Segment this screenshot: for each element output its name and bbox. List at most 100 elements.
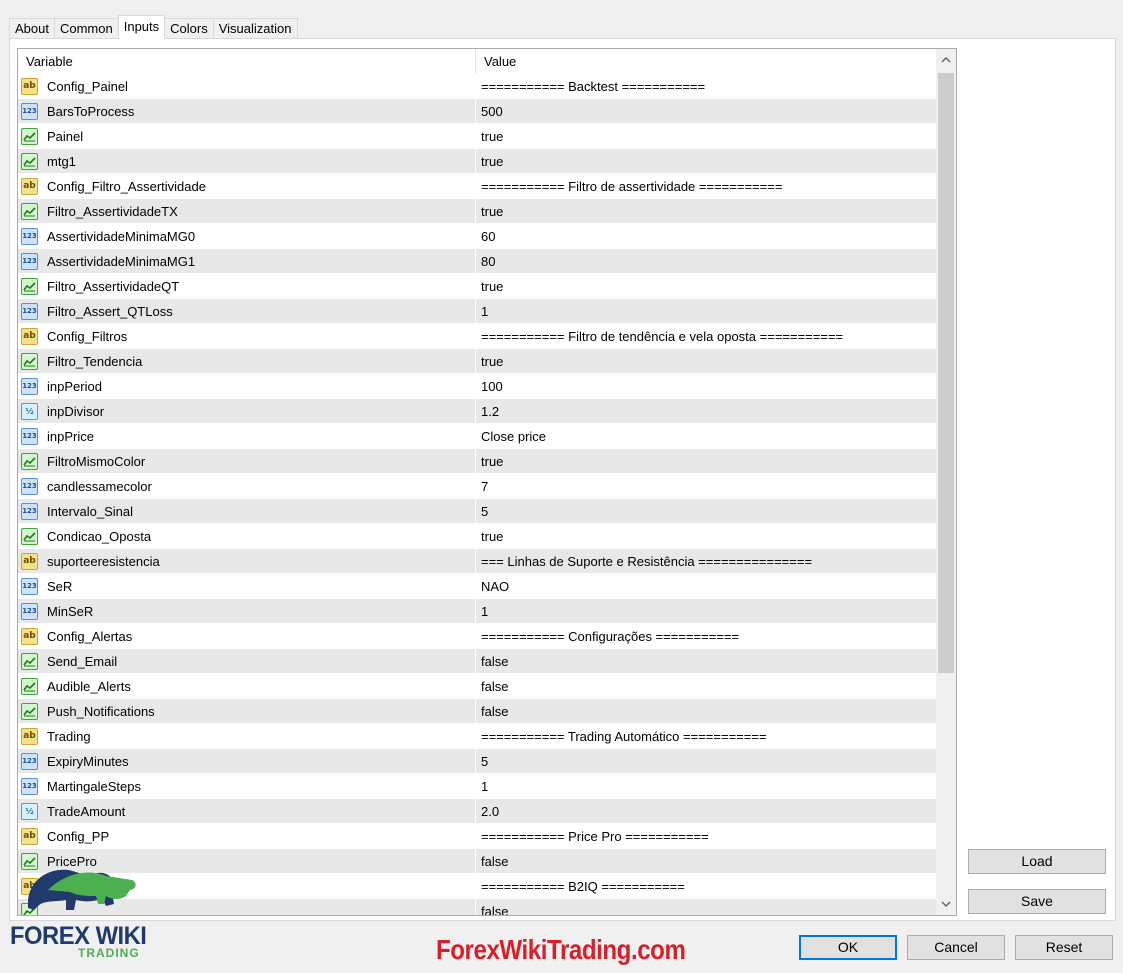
variable-cell: 123 candlessamecolor: [18, 474, 476, 499]
tab-inputs[interactable]: Inputs: [117, 15, 166, 39]
value-cell[interactable]: false: [476, 849, 508, 874]
value-cell[interactable]: 5: [476, 749, 488, 774]
table-row[interactable]: Condicao_Oposta true: [18, 524, 936, 549]
table-row[interactable]: 123 MartingaleSteps 1: [18, 774, 936, 799]
value-cell[interactable]: true: [476, 124, 503, 149]
table-row[interactable]: Audible_Alerts false: [18, 674, 936, 699]
tab-colors[interactable]: Colors: [164, 18, 214, 39]
column-header-value[interactable]: Value: [476, 49, 516, 74]
value-cell[interactable]: true: [476, 524, 503, 549]
value-cell[interactable]: 100: [476, 374, 503, 399]
inputs-list[interactable]: Variable Value ab Config_Painel ==========…: [17, 48, 957, 916]
table-row[interactable]: ab Trading =========== Trading Automático …: [18, 724, 936, 749]
variable-cell: ab Trading: [18, 724, 476, 749]
table-row[interactable]: ab Config_Filtros =========== Filtro de te…: [18, 324, 936, 349]
table-row[interactable]: 123 MinSeR 1: [18, 599, 936, 624]
value-cell[interactable]: 1.2: [476, 399, 499, 424]
list-header: Variable Value: [18, 49, 936, 74]
variable-name: Send_Email: [47, 654, 118, 669]
scrollbar-thumb[interactable]: [938, 73, 954, 673]
value-cell[interactable]: NAO: [476, 574, 509, 599]
load-button[interactable]: Load: [968, 849, 1106, 874]
value-cell[interactable]: 5: [476, 499, 488, 524]
variable-cell: Audible_Alerts: [18, 674, 476, 699]
table-row[interactable]: ab Config_Alertas =========== Configuraçõe…: [18, 624, 936, 649]
tab-about[interactable]: About: [9, 18, 55, 39]
variable-cell: 123 BarsToProcess: [18, 99, 476, 124]
value-cell[interactable]: false: [476, 899, 508, 915]
table-row[interactable]: mtg1 true: [18, 149, 936, 174]
value-cell[interactable]: 2.0: [476, 799, 499, 824]
value-cell[interactable]: =========== Filtro de assertividade ====…: [476, 174, 782, 199]
value-cell[interactable]: 500: [476, 99, 503, 124]
string-icon: ab: [21, 78, 38, 95]
variable-name: candlessamecolor: [47, 479, 152, 494]
variable-name: Filtro_Assert_QTLoss: [47, 304, 173, 319]
variable-name: Filtro_AssertividadeQT: [47, 279, 180, 294]
value-cell[interactable]: false: [476, 699, 508, 724]
table-row[interactable]: Send_Email false: [18, 649, 936, 674]
cancel-button[interactable]: Cancel: [907, 935, 1005, 960]
table-row[interactable]: ab suporteeresistencia === Linhas de Supor…: [18, 549, 936, 574]
table-row[interactable]: 123 candlessamecolor 7: [18, 474, 936, 499]
table-row[interactable]: Push_Notifications false: [18, 699, 936, 724]
table-row[interactable]: Painel true: [18, 124, 936, 149]
reset-button[interactable]: Reset: [1015, 935, 1113, 960]
value-cell[interactable]: 1: [476, 299, 488, 324]
value-cell[interactable]: true: [476, 274, 503, 299]
value-cell[interactable]: =========== Configurações ===========: [476, 624, 739, 649]
table-row[interactable]: 123 inpPrice Close price: [18, 424, 936, 449]
table-row[interactable]: 123 inpPeriod 100: [18, 374, 936, 399]
variable-cell: 123 SeR: [18, 574, 476, 599]
vertical-scrollbar[interactable]: [936, 49, 956, 915]
table-row[interactable]: FiltroMismoColor true: [18, 449, 936, 474]
table-row[interactable]: ab Config_Painel =========== Backtest ====…: [18, 74, 936, 99]
column-header-variable[interactable]: Variable: [18, 49, 476, 74]
value-cell[interactable]: =========== Filtro de tendência e vela o…: [476, 324, 843, 349]
value-cell[interactable]: === Linhas de Suporte e Resistência ====…: [476, 549, 812, 574]
variable-name: Config_Painel: [47, 79, 128, 94]
value-cell[interactable]: true: [476, 449, 503, 474]
save-button[interactable]: Save: [968, 889, 1106, 914]
table-row[interactable]: ab Config_PP =========== Price Pro =======…: [18, 824, 936, 849]
value-cell[interactable]: false: [476, 674, 508, 699]
variable-name: Config_Filtros: [47, 329, 128, 344]
scroll-up-arrow-icon[interactable]: [936, 49, 956, 71]
scroll-down-arrow-icon[interactable]: [936, 893, 956, 915]
value-cell[interactable]: false: [476, 649, 508, 674]
tab-common[interactable]: Common: [53, 18, 119, 39]
value-cell[interactable]: =========== Trading Automático =========…: [476, 724, 767, 749]
double-icon: ½: [21, 403, 38, 420]
value-cell[interactable]: true: [476, 149, 503, 174]
value-cell[interactable]: =========== Backtest ===========: [476, 74, 705, 99]
table-row[interactable]: 123 Intervalo_Sinal 5: [18, 499, 936, 524]
value-cell[interactable]: =========== B2IQ ===========: [476, 874, 685, 899]
table-row[interactable]: ½ inpDivisor 1.2: [18, 399, 936, 424]
tab-visualization[interactable]: Visualization: [212, 18, 298, 39]
table-row[interactable]: 123 AssertividadeMinimaMG0 60: [18, 224, 936, 249]
table-row[interactable]: Filtro_AssertividadeQT true: [18, 274, 936, 299]
value-cell[interactable]: 1: [476, 774, 488, 799]
table-row[interactable]: 123 ExpiryMinutes 5: [18, 749, 936, 774]
ok-button[interactable]: OK: [799, 935, 897, 960]
variable-cell: Push_Notifications: [18, 699, 476, 724]
value-cell[interactable]: Close price: [476, 424, 546, 449]
value-cell[interactable]: 80: [476, 249, 495, 274]
value-cell[interactable]: true: [476, 199, 503, 224]
table-row[interactable]: 123 BarsToProcess 500: [18, 99, 936, 124]
table-row[interactable]: 123 SeR NAO: [18, 574, 936, 599]
table-row[interactable]: 123 Filtro_Assert_QTLoss 1: [18, 299, 936, 324]
value-cell[interactable]: =========== Price Pro ===========: [476, 824, 709, 849]
int-icon: 123: [21, 753, 38, 770]
value-cell[interactable]: 60: [476, 224, 495, 249]
value-cell[interactable]: 7: [476, 474, 488, 499]
table-row[interactable]: Filtro_AssertividadeTX true: [18, 199, 936, 224]
int-icon: 123: [21, 303, 38, 320]
table-row[interactable]: ab Config_Filtro_Assertividade ===========…: [18, 174, 936, 199]
table-row[interactable]: Filtro_Tendencia true: [18, 349, 936, 374]
table-row[interactable]: ½ TradeAmount 2.0: [18, 799, 936, 824]
value-cell[interactable]: 1: [476, 599, 488, 624]
value-cell[interactable]: true: [476, 349, 503, 374]
table-row[interactable]: 123 AssertividadeMinimaMG1 80: [18, 249, 936, 274]
variable-cell: ab Config_Alertas: [18, 624, 476, 649]
